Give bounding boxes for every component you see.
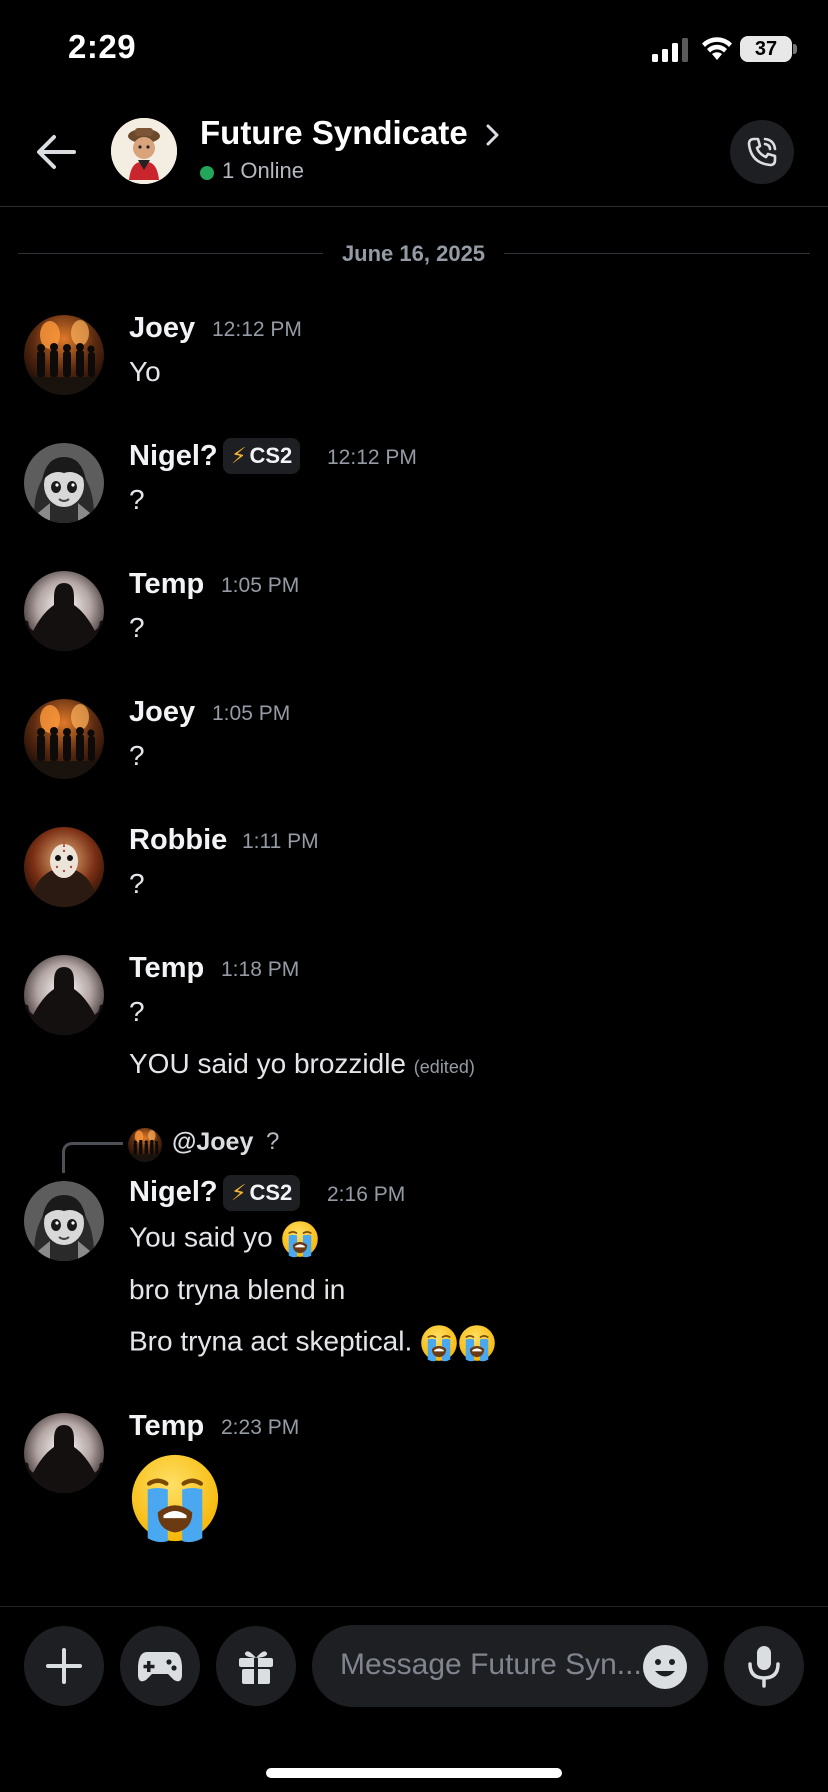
online-status-dot [200,166,214,180]
message-timestamp: 12:12 PM [212,318,302,341]
message-timestamp: 12:12 PM [327,446,417,469]
message-text: You said yo [129,1220,319,1258]
message-input-placeholder[interactable]: Message Future Syn... [340,1648,642,1682]
cellular-signal-icon [652,38,688,62]
reply-avatar[interactable] [128,1128,162,1162]
game-tag-label: CS2 [249,443,293,468]
crying-emoji-icon [281,1220,319,1258]
crying-emoji-icon [458,1324,496,1362]
gift-button[interactable] [216,1626,296,1706]
avatar-nigel[interactable] [24,443,104,523]
avatar-joey[interactable] [24,699,104,779]
author-name[interactable]: Nigel? [129,440,218,473]
lightning-icon: ⚡ [231,443,247,468]
reply-preview[interactable]: ? [266,1128,279,1156]
home-indicator[interactable] [266,1768,562,1778]
add-attachment-button[interactable] [24,1626,104,1706]
battery-tip [793,44,797,54]
voice-message-button[interactable] [724,1626,804,1706]
wifi-icon [702,37,732,60]
message-text: ? [129,484,145,515]
message-text: Yo [129,356,161,387]
author-name[interactable]: Robbie [129,824,227,857]
avatar-joey[interactable] [24,315,104,395]
activities-button[interactable] [120,1626,200,1706]
arrow-left-icon[interactable] [30,126,82,178]
message-timestamp: 1:11 PM [242,830,319,853]
message-text: ? [129,612,145,643]
game-tag-label: CS2 [249,1180,293,1205]
header-divider [0,206,828,207]
message-text: Bro tryna act skeptical. [129,1324,496,1362]
author-name[interactable]: Temp [129,1410,204,1443]
crying-emoji-icon [420,1324,458,1362]
message-timestamp: 1:05 PM [221,574,300,597]
online-count: 1 Online [222,158,304,183]
avatar-robbie[interactable] [24,827,104,907]
status-time: 2:29 [68,28,137,65]
author-name[interactable]: Joey [129,696,195,729]
message-text: ? [129,868,145,899]
crying-emoji-icon [129,1452,221,1544]
edited-label: (edited) [413,1057,475,1077]
message-timestamp: 2:16 PM [327,1183,406,1206]
battery-indicator: 37 [740,36,792,62]
message-text: ? [129,740,145,771]
date-divider-line [504,253,810,254]
message-text: ? [129,996,145,1027]
avatar-temp[interactable] [24,571,104,651]
phone-call-icon [747,137,777,167]
group-avatar[interactable] [111,118,177,184]
message-timestamp: 2:23 PM [221,1416,300,1439]
gift-icon [239,1651,273,1684]
reply-mention[interactable]: @Joey [172,1128,253,1157]
message-text: YOU said yo brozzidle (edited) [129,1048,475,1080]
author-name[interactable]: Temp [129,952,204,985]
author-name[interactable]: Joey [129,312,195,345]
avatar-temp[interactable] [24,955,104,1035]
date-divider: June 16, 2025 [341,241,486,266]
voice-call-button[interactable] [730,120,794,184]
smiley-icon[interactable] [642,1644,688,1690]
message-line: Bro tryna act skeptical. [129,1325,413,1357]
avatar-temp[interactable] [24,1413,104,1493]
game-tag-badge[interactable]: ⚡ CS2 [223,438,301,474]
author-name[interactable]: Temp [129,568,204,601]
chat-title[interactable]: Future Syndicate [200,114,468,152]
date-divider-line [18,253,323,254]
plus-icon [46,1648,82,1684]
message-timestamp: 1:18 PM [221,958,300,981]
battery-level: 37 [754,37,778,60]
chevron-right-icon[interactable] [484,120,502,150]
gamepad-icon [138,1652,182,1682]
avatar-nigel[interactable] [24,1181,104,1261]
game-tag-badge[interactable]: ⚡ CS2 [223,1175,301,1211]
microphone-icon [748,1646,780,1688]
reply-connector [62,1142,123,1173]
lightning-icon: ⚡ [231,1180,247,1205]
message-text: bro tryna blend in [129,1274,346,1305]
message-timestamp: 1:05 PM [212,702,291,725]
message-line: You said yo [129,1221,273,1253]
message-line: YOU said yo brozzidle [129,1048,407,1079]
composer-divider [0,1606,828,1607]
author-name[interactable]: Nigel? [129,1176,218,1209]
